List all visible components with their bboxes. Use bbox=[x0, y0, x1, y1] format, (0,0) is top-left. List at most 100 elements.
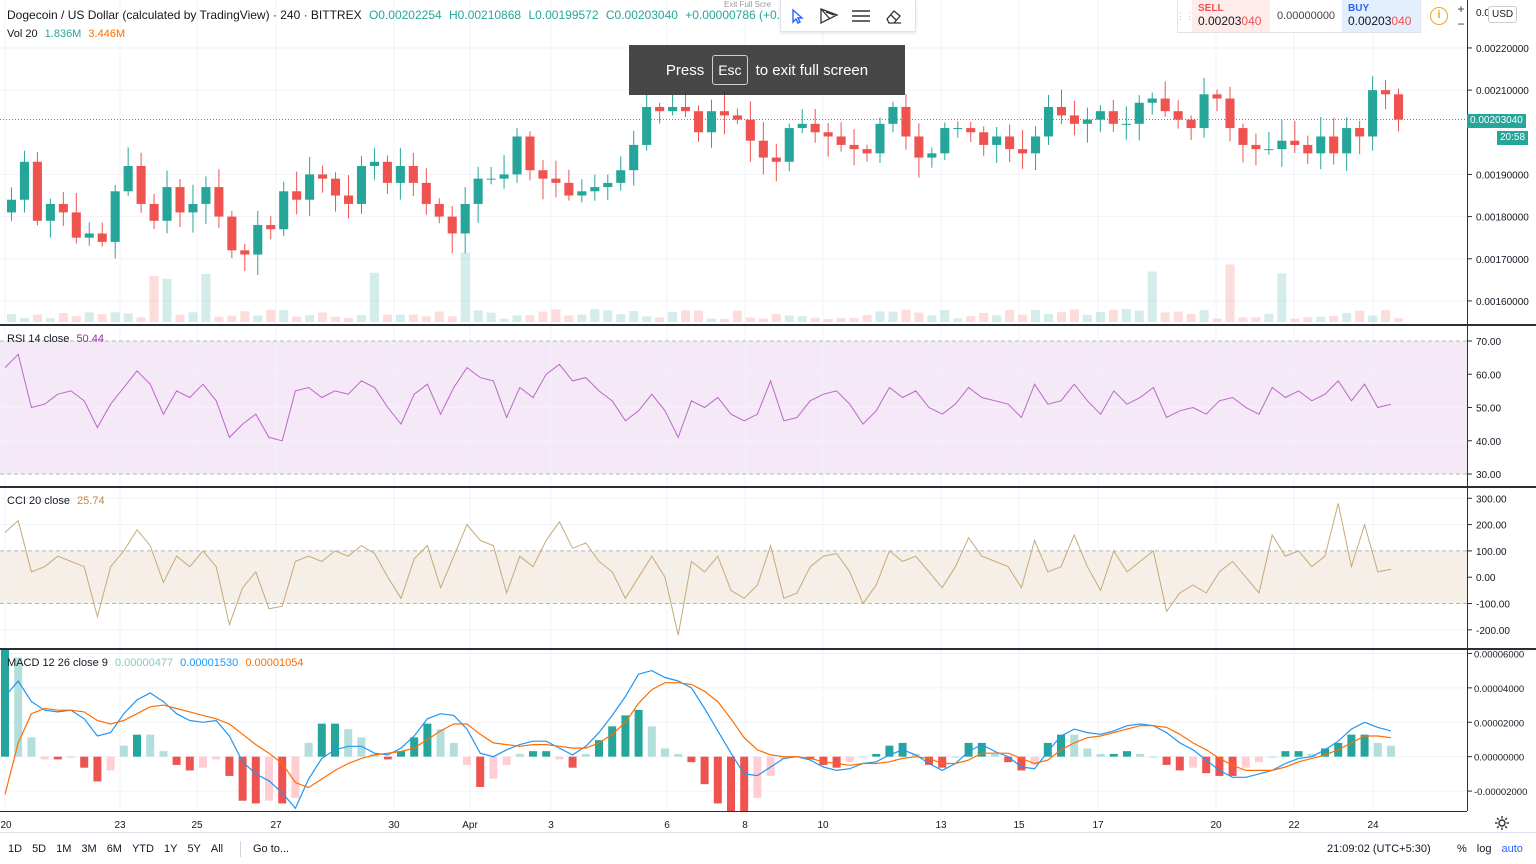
volume-bar bbox=[862, 314, 872, 322]
symbol-legend[interactable]: Dogecoin / US Dollar (calculated by Trad… bbox=[7, 8, 808, 22]
buy-label: BUY bbox=[1348, 3, 1370, 14]
range-button-1y[interactable]: 1Y bbox=[164, 843, 177, 855]
candle-body bbox=[1082, 119, 1092, 124]
cci-tick-label: 300.00 bbox=[1476, 494, 1507, 505]
range-button-all[interactable]: All bbox=[211, 843, 223, 855]
macd-histogram-bar bbox=[1149, 756, 1158, 758]
candle-body bbox=[1316, 136, 1326, 154]
cci-axis[interactable]: 300.00 200.00 100.00 0.00 -100.00 -200.00 bbox=[1467, 488, 1536, 648]
log-toggle[interactable]: log bbox=[1477, 843, 1492, 855]
percent-toggle[interactable]: % bbox=[1457, 843, 1467, 855]
cci-legend[interactable]: CCI 20 close 25.74 bbox=[7, 495, 109, 507]
macd-tick-label: 0.00004000 bbox=[1474, 684, 1524, 695]
range-button-5y[interactable]: 5Y bbox=[187, 843, 200, 855]
candle-body bbox=[681, 106, 691, 112]
cci-tick-label: 100.00 bbox=[1476, 547, 1507, 558]
macd-histogram-bar bbox=[845, 756, 854, 763]
range-button-5d[interactable]: 5D bbox=[32, 843, 46, 855]
volume-bar bbox=[771, 314, 781, 322]
bottom-toolbar: 1D 5D 1M 3M 6M YTD 1Y 5Y All Go to... 21:09:02 (… bbox=[0, 832, 1536, 864]
volume-bar bbox=[1031, 310, 1041, 322]
zoom-out-icon[interactable]: − bbox=[1454, 17, 1468, 32]
drag-handle-icon[interactable]: ⋮⋮ bbox=[1176, 0, 1194, 32]
volume-bar bbox=[810, 317, 820, 322]
candle-body bbox=[953, 128, 963, 130]
rsi-legend[interactable]: RSI 14 close 50.44 bbox=[7, 333, 108, 345]
ohlc-open: O0.00202254 bbox=[368, 8, 442, 22]
macd-signal-value: 0.00001054 bbox=[245, 657, 304, 669]
macd-histogram-bar bbox=[1057, 734, 1065, 757]
volume-bar bbox=[136, 317, 146, 322]
range-button-1m[interactable]: 1M bbox=[56, 843, 71, 855]
rsi-label: RSI 14 close bbox=[7, 333, 70, 345]
rsi-axis[interactable]: 70.00 60.00 50.00 40.00 30.00 bbox=[1467, 326, 1536, 486]
candle-body bbox=[1160, 98, 1170, 112]
volume-bar bbox=[1082, 314, 1092, 322]
cci-tick-label: 0.00 bbox=[1476, 573, 1496, 584]
price-axis-labels: 0.00220000 0.00210000 0.00190000 0.00180000… bbox=[1468, 8, 1529, 308]
macd-histogram-bar bbox=[674, 753, 683, 757]
candle-body bbox=[706, 111, 717, 133]
macd-axis[interactable]: 0.00006000 0.00004000 0.00002000 0.00000000… bbox=[1467, 650, 1536, 811]
pattern-tool[interactable] bbox=[813, 0, 845, 32]
volume-bar bbox=[240, 311, 250, 322]
range-button-ytd[interactable]: YTD bbox=[132, 843, 154, 855]
candle-body bbox=[343, 195, 354, 204]
candle-body bbox=[149, 203, 159, 221]
candle-body bbox=[668, 106, 678, 112]
macd-legend[interactable]: MACD 12 26 close 9 0.00000477 0.00001530… bbox=[7, 657, 307, 669]
macd-histogram-bar bbox=[27, 737, 36, 757]
macd-histogram-bar bbox=[1241, 756, 1250, 768]
countdown-tag: 20:58 bbox=[1497, 131, 1529, 145]
clock[interactable]: 21:09:02 (UTC+5:30) bbox=[1327, 843, 1431, 855]
candle-body bbox=[486, 178, 496, 180]
candle-body bbox=[1121, 123, 1131, 125]
volume-bar bbox=[992, 315, 1002, 322]
currency-badge[interactable]: USD bbox=[1488, 6, 1518, 23]
candle-body bbox=[253, 225, 263, 255]
range-button-1d[interactable]: 1D bbox=[8, 843, 22, 855]
range-button-6m[interactable]: 6M bbox=[107, 843, 122, 855]
candle-body bbox=[512, 136, 522, 175]
macd-histogram-bar bbox=[529, 751, 537, 757]
price-axis[interactable]: 0.00220000 0.00210000 0.00190000 0.00180000… bbox=[1467, 0, 1536, 324]
last-price-tag: 0.00203040 bbox=[1467, 114, 1526, 128]
goto-button[interactable]: Go to... bbox=[253, 843, 289, 855]
volume-bar bbox=[84, 312, 94, 322]
macd-histogram-bar bbox=[727, 756, 735, 811]
sell-button[interactable]: SELL 0.00203040 bbox=[1192, 0, 1270, 32]
zoom-in-icon[interactable]: + bbox=[1454, 2, 1468, 17]
macd-hist-value: 0.00000477 bbox=[114, 657, 174, 669]
volume-bar bbox=[331, 316, 341, 322]
eraser-tool[interactable] bbox=[877, 0, 909, 32]
info-icon[interactable]: i bbox=[1430, 7, 1448, 25]
exit-fullscreen-label[interactable]: Exit Full Scre bbox=[724, 0, 771, 9]
price-tick-label: 0.00220000 bbox=[1476, 44, 1529, 55]
candle-body bbox=[123, 166, 133, 192]
volume-bar bbox=[732, 310, 742, 322]
volume-bar bbox=[914, 312, 924, 322]
volume-bar bbox=[1108, 309, 1118, 322]
rsi-pane[interactable] bbox=[0, 326, 1467, 486]
volume-bar bbox=[719, 318, 729, 322]
volume-bar bbox=[188, 312, 198, 322]
cursor-tool[interactable] bbox=[781, 0, 813, 32]
time-tick-label: Apr bbox=[462, 820, 478, 831]
range-button-3m[interactable]: 3M bbox=[81, 843, 96, 855]
macd-histogram-bar bbox=[40, 756, 49, 760]
candle-body bbox=[719, 111, 729, 116]
cci-pane[interactable] bbox=[0, 488, 1467, 648]
symbol-title[interactable]: Dogecoin / US Dollar (calculated by Trad… bbox=[7, 8, 362, 22]
macd-histogram-bar bbox=[185, 756, 194, 771]
buy-button[interactable]: BUY 0.00203040 bbox=[1342, 0, 1420, 32]
volume-bar bbox=[162, 278, 172, 322]
auto-toggle[interactable]: auto bbox=[1501, 843, 1522, 855]
volume-legend[interactable]: Vol 20 1.836M 3.446M bbox=[7, 28, 129, 40]
volume-bar bbox=[1251, 317, 1261, 322]
text-align-tool[interactable] bbox=[845, 0, 877, 32]
candle-body bbox=[1342, 128, 1352, 154]
macd-pane[interactable] bbox=[0, 650, 1467, 811]
time-axis[interactable]: 20 23 25 27 30 Apr 3 6 8 10 13 15 17 20 22 24 bbox=[0, 811, 1467, 831]
volume-bar bbox=[45, 318, 55, 322]
volume-bar bbox=[655, 317, 665, 322]
